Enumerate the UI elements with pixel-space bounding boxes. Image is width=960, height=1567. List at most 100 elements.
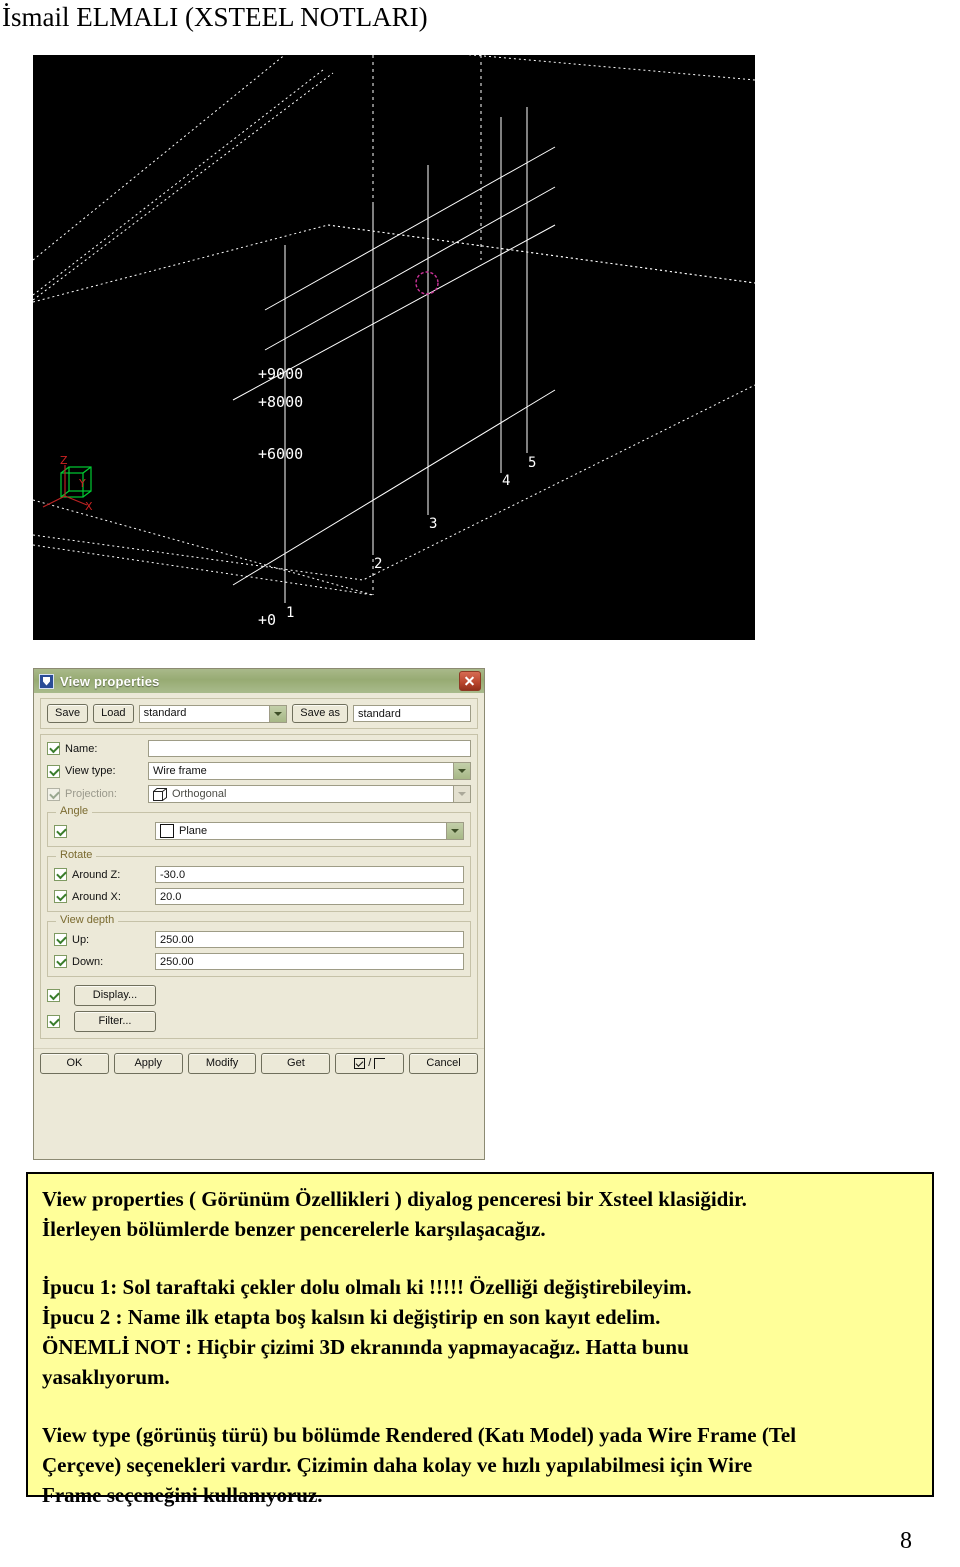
note-spacer-2 [42,1392,918,1420]
checkbox-unchecked-icon [374,1058,386,1069]
level-label-0: +0 [258,611,276,629]
view-depth-groupbox: View depth Up: 250.00 Down: 250.00 [47,914,471,977]
angle-group-title: Angle [56,805,93,817]
grid-number-3: 3 [429,516,437,532]
grid-number-5: 5 [528,455,536,471]
around-z-field-row: Around Z: -30.0 [54,866,464,883]
close-icon[interactable] [459,671,481,691]
up-input[interactable]: 250.00 [155,931,464,948]
note-line-9: Frame seçeneğini kullanıyoruz. [42,1483,323,1507]
plane-value: Plane [179,824,208,837]
tekla-icon [39,673,54,689]
preset-combobox[interactable]: standard [138,704,288,723]
page-title: İsmail ELMALI (XSTEEL NOTLARI) [2,2,428,32]
model-3d-viewport[interactable]: +9000 +8000 +6000 +0 1 2 3 4 5 Z X Y [33,55,755,640]
name-input[interactable] [148,740,471,757]
page-number: 8 [900,1528,912,1554]
axis-label-x: X [85,500,93,513]
chevron-down-icon[interactable] [453,763,470,779]
ok-button[interactable]: OK [40,1053,109,1074]
note-line-6: yasaklıyorum. [42,1365,170,1389]
note-spacer-1 [42,1244,918,1272]
around-z-checkbox[interactable] [54,868,67,881]
around-z-input[interactable]: -30.0 [155,866,464,883]
note-line-1: View properties ( Görünüm Özellikleri ) … [42,1187,747,1211]
display-button[interactable]: Display... [74,985,156,1006]
view-type-checkbox[interactable] [47,764,60,778]
grid-numbers: 1 2 3 4 5 [286,455,536,621]
plane-value-wrap: Plane [156,823,446,839]
orthogonal-cube-icon [153,787,167,801]
axis-label-y: Y [78,477,86,490]
up-checkbox[interactable] [54,933,67,946]
note-callout-box: View properties ( Görünüm Özellikleri ) … [26,1172,934,1507]
level-label-8000: +8000 [258,393,303,411]
filter-button[interactable]: Filter... [74,1011,156,1032]
preset-row: Save Load standard Save as standard [47,704,471,723]
dialog-titlebar[interactable]: View properties [34,669,484,693]
modify-button[interactable]: Modify [187,1053,257,1074]
note-line-8: Çerçeve) seçenekleri vardır. Çizimin dah… [42,1453,753,1477]
get-button[interactable]: Get [261,1053,331,1074]
note-line-2: İlerleyen bölümlerde benzer pencerelerle… [42,1217,546,1241]
note-line-3: İpucu 1: Sol taraftaki çekler dolu olmal… [42,1275,692,1299]
note-line-7: View type (görünüş türü) bu bölümde Rend… [42,1423,797,1447]
name-checkbox[interactable] [47,742,60,755]
dialog-action-bar: OK Apply Modify Get / Cancel [34,1048,484,1080]
cancel-button[interactable]: Cancel [409,1053,478,1074]
save-as-button[interactable]: Save as [292,704,348,723]
axis-label-z: Z [60,454,68,467]
name-field-row: Name: [47,740,471,757]
up-field-row: Up: 250.00 [54,931,464,948]
dialog-body: Save Load standard Save as standard Name… [34,693,484,1048]
name-label: Name: [65,742,98,755]
dialog-title: View properties [60,673,160,689]
around-x-input[interactable]: 20.0 [155,888,464,905]
grid-plane-mid [33,72,755,303]
display-checkbox[interactable] [47,989,60,1002]
down-checkbox[interactable] [54,955,67,968]
grid-plane-top [33,55,755,296]
plane-combobox[interactable]: Plane [155,822,464,840]
projection-value: Orthogonal [172,787,227,800]
projection-checkbox [47,787,60,801]
down-input[interactable]: 250.00 [155,953,464,970]
level-label-6000: +6000 [258,445,303,463]
grid-plane-bottom [33,384,755,596]
grid-number-1: 1 [286,605,294,621]
filter-checkbox[interactable] [47,1015,60,1028]
chevron-down-icon[interactable] [269,705,287,722]
grid-vertical-dashed [372,55,482,595]
load-button[interactable]: Load [93,704,134,723]
chevron-down-icon [453,786,470,802]
down-field-row: Down: 250.00 [54,953,464,970]
properties-panel: Name: View type: Wire frame Projection: [40,734,478,1039]
toggle-all-checkboxes-button[interactable]: / [335,1053,405,1074]
save-as-input[interactable]: standard [353,705,471,722]
preset-panel: Save Load standard Save as standard [40,698,478,729]
rotate-group-title: Rotate [56,849,97,861]
down-label: Down: [72,955,104,968]
projection-label: Projection: [65,788,117,800]
save-button[interactable]: Save [47,704,89,723]
view-type-field-row: View type: Wire frame [47,762,471,780]
view-type-combobox[interactable]: Wire frame [148,762,471,780]
around-x-checkbox[interactable] [54,890,67,903]
grid-vertical-lines [284,107,528,603]
grid-number-4: 4 [502,473,510,489]
level-labels: +9000 +8000 +6000 +0 [258,365,303,629]
toggle-separator-label: / [368,1057,372,1069]
angle-checkbox[interactable] [54,824,67,838]
up-label: Up: [72,933,90,946]
view-type-value: Wire frame [153,764,207,777]
chevron-down-icon[interactable] [446,823,463,839]
apply-button[interactable]: Apply [113,1053,183,1074]
view-depth-group-title: View depth [56,914,119,926]
display-field-row: Display... [47,985,471,1006]
projection-combobox: Orthogonal [148,785,471,803]
axis-gizmo-icon: Z X Y [42,454,93,513]
around-x-field-row: Around X: 20.0 [54,888,464,905]
filter-field-row: Filter... [47,1011,471,1032]
view-properties-dialog[interactable]: View properties Save Load standard Save … [33,668,485,1160]
plane-field-row: Plane [54,822,464,840]
